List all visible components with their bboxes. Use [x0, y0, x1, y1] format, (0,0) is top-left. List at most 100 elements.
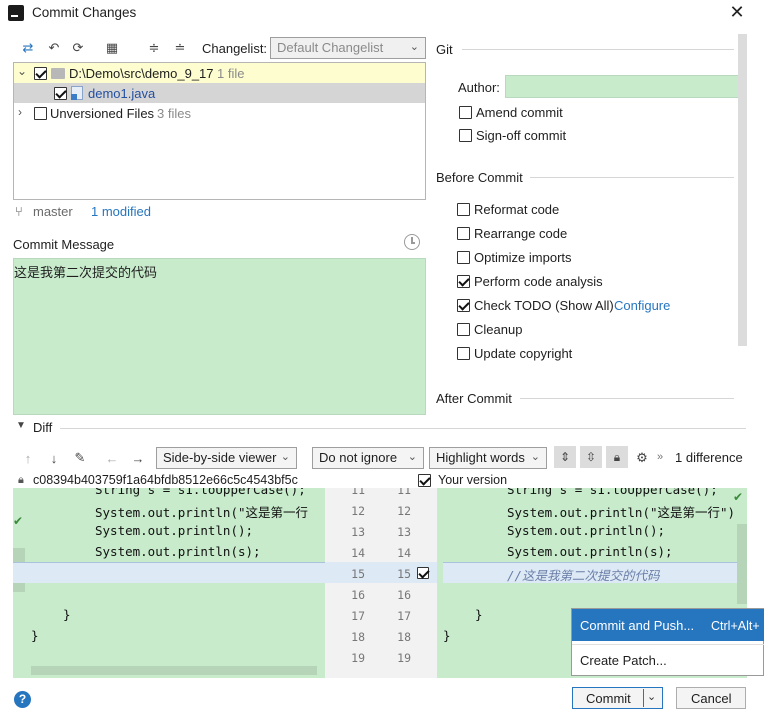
commit-message-text: 这是我第二次提交的代码 [14, 265, 158, 280]
file-name: demo1.java [88, 86, 156, 101]
forward-icon[interactable]: → [130, 450, 146, 466]
next-diff-icon[interactable]: ↓ [46, 450, 62, 466]
signoff-checkbox[interactable] [459, 129, 472, 142]
check-todo-checkbox[interactable] [457, 299, 470, 312]
code-analysis-checkbox[interactable] [457, 275, 470, 288]
right-num-12: 12 [397, 504, 411, 518]
left-num-17: 17 [351, 609, 365, 623]
changes-toolbar: ⇄ ↶ ⟳ ▦ ≑ ≐ Changelist: Default Changeli… [12, 36, 428, 60]
rearrange-checkbox[interactable] [457, 227, 470, 240]
diff-collapse-icon[interactable]: ▼ [16, 420, 26, 431]
right-num-17: 17 [397, 609, 411, 623]
root-checkbox[interactable] [34, 67, 47, 80]
changelist-label: Changelist: [202, 41, 268, 56]
cancel-button[interactable]: Cancel [676, 687, 746, 709]
edit-icon[interactable]: ✎ [72, 450, 88, 466]
changes-tree[interactable]: ⌄ D:\Demo\src\demo_9_17 1 file demo1.jav… [13, 62, 426, 200]
history-icon[interactable] [404, 234, 420, 250]
left-h-scrollbar[interactable] [31, 666, 317, 675]
changelist-value: Default Changelist [277, 40, 384, 55]
expand-all-icon[interactable]: ≑ [146, 40, 162, 56]
left-change-marker [13, 562, 325, 583]
chevron-down-icon: ⌄ [530, 451, 540, 463]
right-scroll-thumb[interactable] [737, 524, 747, 604]
commit-button[interactable]: Commit ⌄ [572, 687, 663, 709]
left-line-17: } [63, 607, 71, 622]
rollback-icon[interactable]: ↶ [46, 40, 62, 56]
right-num-16: 16 [397, 588, 411, 602]
lock-icon[interactable]: 🔒︎ [606, 446, 628, 468]
expand-right-icon[interactable]: › [18, 105, 22, 119]
help-label: ? [18, 692, 27, 706]
left-check-icon: ✔ [13, 514, 24, 528]
optimize-imports-checkbox[interactable] [457, 251, 470, 264]
tree-row-root[interactable]: ⌄ D:\Demo\src\demo_9_17 1 file [14, 63, 425, 83]
highlight-select[interactable]: Highlight words ⌄ [429, 447, 547, 469]
chevron-down-icon[interactable]: ⌄ [647, 690, 656, 703]
left-line-13: System.out.println(); [95, 523, 254, 538]
root-count: 1 file [217, 66, 245, 81]
cancel-label: Cancel [691, 691, 732, 706]
right-num-14: 14 [397, 546, 411, 560]
app-icon [8, 5, 24, 21]
reformat-label: Reformat code [474, 202, 560, 217]
left-num-18: 18 [351, 630, 365, 644]
viewer-select[interactable]: Side-by-side viewer ⌄ [156, 447, 297, 469]
gear-icon[interactable]: ⚙ [634, 450, 650, 466]
commit-and-push-item[interactable]: Commit and Push... Ctrl+Alt+ [572, 609, 764, 641]
help-button[interactable]: ? [14, 691, 31, 708]
include-change-checkbox[interactable] [417, 567, 429, 579]
refresh-icon[interactable]: ⟳ [70, 40, 86, 56]
modified-count[interactable]: 1 modified [91, 204, 151, 219]
tree-row-file[interactable]: demo1.java [14, 83, 425, 103]
commit-and-push-shortcut: Ctrl+Alt+ [711, 619, 760, 633]
left-diff-pane[interactable]: ✔ String s = s1.toUpperCase(); System.ou… [13, 488, 325, 678]
group-by-icon[interactable]: ▦ [104, 40, 120, 56]
your-version-checkbox[interactable] [418, 474, 431, 487]
file-checkbox[interactable] [54, 87, 67, 100]
window-title: Commit Changes [32, 5, 137, 20]
options-scrollbar[interactable] [738, 34, 747, 346]
left-line-18: } [31, 628, 39, 643]
reformat-checkbox[interactable] [457, 203, 470, 216]
ignore-select[interactable]: Do not ignore ⌄ [312, 447, 424, 469]
left-num-13: 13 [351, 525, 365, 539]
close-icon[interactable]: ✕ [728, 3, 746, 21]
author-input[interactable] [505, 75, 745, 98]
back-icon[interactable]: ← [104, 450, 120, 466]
git-section-title: Git [436, 42, 453, 57]
configure-link[interactable]: Configure [614, 298, 670, 313]
changelist-select[interactable]: Default Changelist ⌄ [270, 37, 426, 59]
create-patch-item[interactable]: Create Patch... [572, 647, 764, 675]
chevron-down-icon: ⌄ [407, 451, 417, 463]
sync-scroll-icon[interactable]: ⇳ [580, 446, 602, 468]
diff-separator [60, 428, 746, 429]
commit-message-input[interactable]: 这是我第二次提交的代码 [13, 258, 426, 415]
rearrange-label: Rearrange code [474, 226, 568, 241]
cleanup-checkbox[interactable] [457, 323, 470, 336]
diff-arrows-icon[interactable]: ⇄ [20, 40, 36, 56]
expand-chevron-icon[interactable]: ⌄ [17, 64, 27, 78]
more-icon[interactable]: » [657, 451, 663, 463]
tree-row-unversioned[interactable]: › Unversioned Files 3 files [14, 103, 425, 123]
update-copyright-label: Update copyright [474, 346, 573, 361]
check-todo-label: Check TODO (Show All) [474, 298, 614, 313]
left-num-16: 16 [351, 588, 365, 602]
unversioned-checkbox[interactable] [34, 107, 47, 120]
optimize-imports-label: Optimize imports [474, 250, 572, 265]
amend-checkbox[interactable] [459, 106, 472, 119]
update-copyright-checkbox[interactable] [457, 347, 470, 360]
collapse-all-icon[interactable]: ≐ [172, 40, 188, 56]
commit-and-push-label: Commit and Push... [580, 618, 695, 633]
prev-diff-icon[interactable]: ↑ [20, 450, 36, 466]
branch-icon: ⑂ [15, 204, 23, 219]
right-line-17: } [475, 607, 483, 622]
left-num-12: 12 [351, 504, 365, 518]
right-check-icon: ✔ [733, 490, 744, 504]
commit-message-label: Commit Message [13, 237, 115, 252]
collapse-unchanged-icon[interactable]: ⇕ [554, 446, 576, 468]
left-line-12: System.out.println("这是第一行 [95, 505, 309, 520]
cleanup-label: Cleanup [474, 322, 523, 337]
after-commit-separator [520, 398, 734, 399]
title-bar: Commit Changes ✕ [0, 0, 764, 28]
